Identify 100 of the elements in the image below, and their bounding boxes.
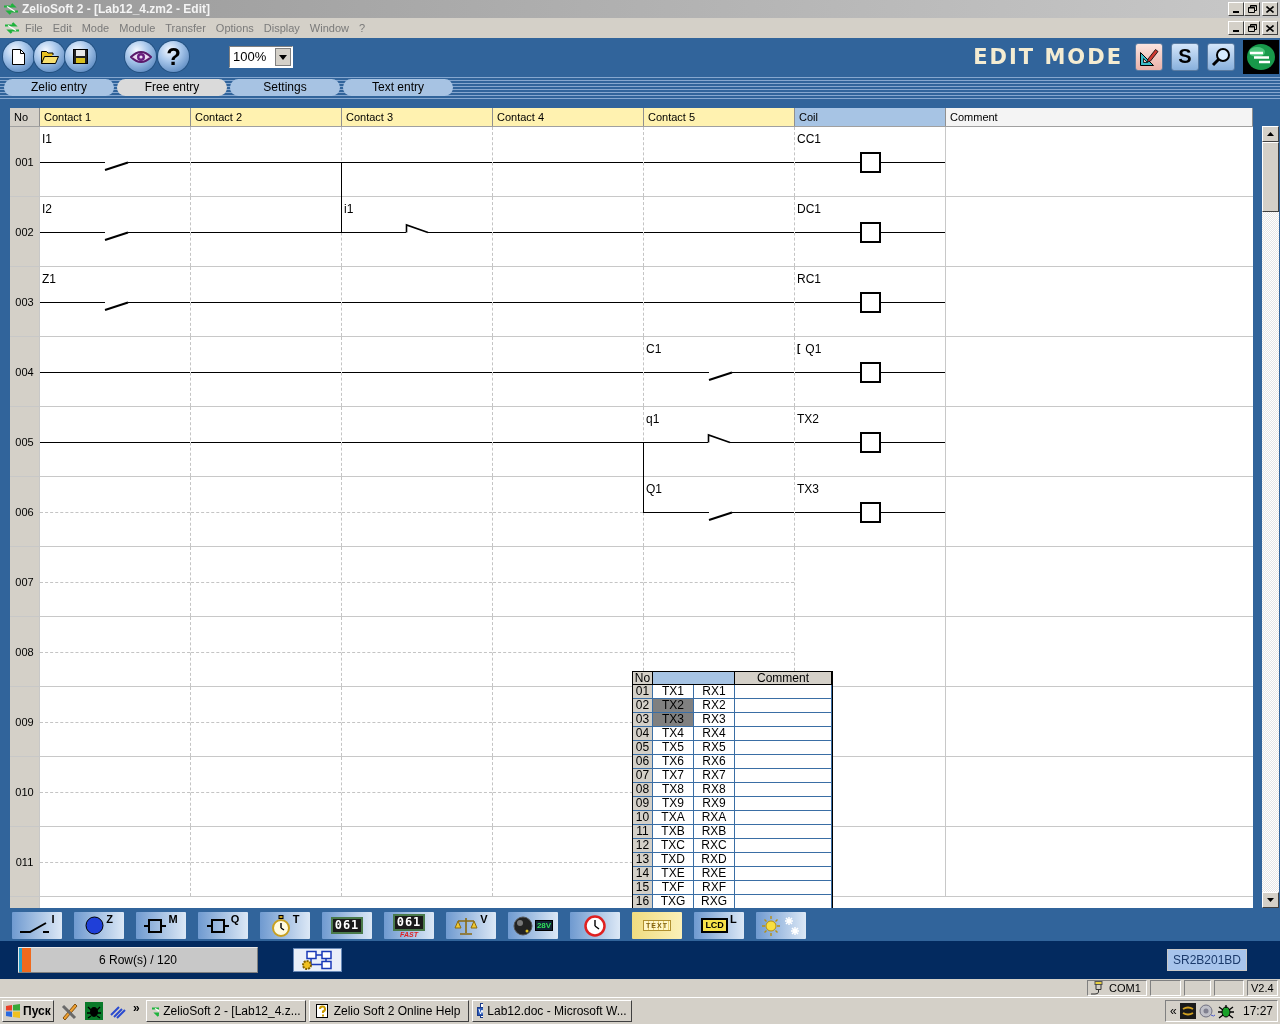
edit-mode-button[interactable] bbox=[1135, 42, 1163, 71]
ladder-cell[interactable] bbox=[191, 687, 342, 756]
comment-cell[interactable] bbox=[735, 881, 832, 895]
table-cell[interactable]: TXF bbox=[653, 881, 694, 895]
ladder-cell[interactable]: TX3 bbox=[795, 477, 946, 546]
ladder-cell[interactable] bbox=[342, 687, 493, 756]
ladder-cell[interactable] bbox=[191, 617, 342, 686]
simulate-mode-button[interactable]: S bbox=[1171, 42, 1199, 71]
ladder-cell[interactable] bbox=[493, 267, 644, 336]
restore-button[interactable] bbox=[1244, 21, 1260, 35]
dark-screen-icon[interactable] bbox=[1179, 1003, 1196, 1019]
ladder-cell[interactable] bbox=[191, 757, 342, 826]
tab[interactable]: Text entry bbox=[343, 78, 453, 96]
start-button[interactable]: Пуск bbox=[2, 1000, 54, 1022]
ladder-cell[interactable] bbox=[493, 547, 644, 616]
ladder-cell[interactable] bbox=[342, 407, 493, 476]
table-cell[interactable]: TX8 bbox=[653, 783, 694, 797]
table-cell[interactable]: TX3 bbox=[653, 713, 694, 727]
ladder-cell[interactable] bbox=[493, 197, 644, 266]
compare-tool-button[interactable]: V bbox=[446, 912, 496, 939]
analog-tool-button[interactable]: 28V bbox=[508, 912, 558, 939]
lcd-tool-button[interactable]: LCD L bbox=[694, 912, 744, 939]
restore-button[interactable] bbox=[1244, 2, 1260, 16]
comment-cell[interactable] bbox=[735, 713, 832, 727]
table-cell[interactable]: RXA bbox=[694, 811, 735, 825]
vertical-scrollbar[interactable] bbox=[1262, 126, 1279, 908]
table-cell[interactable]: TXB bbox=[653, 825, 694, 839]
zoom-dropdown[interactable]: 100% bbox=[229, 45, 293, 68]
table-cell[interactable]: RXB bbox=[694, 825, 735, 839]
taskbar-button[interactable]: ZelioSoft 2 - [Lab12_4.z... bbox=[145, 1000, 306, 1022]
ladder-cell[interactable]: C1 bbox=[644, 337, 795, 406]
table-cell[interactable]: TX2 bbox=[653, 699, 694, 713]
ladder-cell[interactable] bbox=[40, 477, 191, 546]
table-cell[interactable]: RX3 bbox=[694, 713, 735, 727]
help-button[interactable]: ? bbox=[158, 41, 189, 72]
ladder-cell[interactable]: TX2 bbox=[795, 407, 946, 476]
table-cell[interactable]: TX6 bbox=[653, 755, 694, 769]
comment-cell[interactable] bbox=[735, 685, 832, 699]
pencil-ruler-icon[interactable] bbox=[61, 1002, 79, 1020]
scroll-up-button[interactable] bbox=[1262, 126, 1279, 142]
table-cell[interactable]: RX8 bbox=[694, 783, 735, 797]
ladder-cell[interactable]: CC1 bbox=[795, 127, 946, 196]
table-cell[interactable]: TXD bbox=[653, 853, 694, 867]
table-cell[interactable]: TX7 bbox=[653, 769, 694, 783]
more-button[interactable]: » bbox=[133, 1001, 140, 1015]
comment-cell[interactable] bbox=[735, 839, 832, 853]
table-cell[interactable]: RXD bbox=[694, 853, 735, 867]
bug-icon[interactable] bbox=[1217, 1003, 1234, 1019]
ladder-cell[interactable] bbox=[191, 407, 342, 476]
taskbar-button[interactable]: Lab12.doc - Microsoft W... bbox=[471, 1000, 632, 1022]
table-cell[interactable]: RX2 bbox=[694, 699, 735, 713]
ladder-cell[interactable] bbox=[342, 267, 493, 336]
ladder-cell[interactable] bbox=[493, 337, 644, 406]
ladder-cell[interactable] bbox=[191, 477, 342, 546]
table-cell[interactable]: RX6 bbox=[694, 755, 735, 769]
ladder-cell[interactable] bbox=[644, 267, 795, 336]
ladder-cell[interactable] bbox=[40, 687, 191, 756]
comment-cell[interactable] bbox=[735, 755, 832, 769]
table-cell[interactable]: TXE bbox=[653, 867, 694, 881]
aux-tool-button[interactable]: Z bbox=[74, 912, 124, 939]
table-cell[interactable]: RX5 bbox=[694, 741, 735, 755]
table-cell[interactable]: TX1 bbox=[653, 685, 694, 699]
ladder-cell[interactable] bbox=[40, 407, 191, 476]
ladder-cell[interactable] bbox=[342, 617, 493, 686]
comment-cell[interactable] bbox=[735, 741, 832, 755]
tray-toggle[interactable]: « bbox=[1170, 1004, 1177, 1018]
table-cell[interactable]: TX9 bbox=[653, 797, 694, 811]
contact-tool-button[interactable]: I bbox=[12, 912, 62, 939]
table-cell[interactable]: TX5 bbox=[653, 741, 694, 755]
season-tool-button[interactable] bbox=[756, 912, 806, 939]
tab[interactable]: Zelio entry bbox=[4, 78, 114, 96]
table-cell[interactable]: TXA bbox=[653, 811, 694, 825]
scroll-down-button[interactable] bbox=[1262, 892, 1279, 908]
table-cell[interactable]: RX9 bbox=[694, 797, 735, 811]
ladder-cell[interactable] bbox=[191, 547, 342, 616]
table-cell[interactable]: RXF bbox=[694, 881, 735, 895]
view-button[interactable] bbox=[125, 41, 156, 72]
ladder-cell[interactable]: I2 bbox=[40, 197, 191, 266]
ladder-cell[interactable]: DC1 bbox=[795, 197, 946, 266]
comment-cell[interactable] bbox=[735, 797, 832, 811]
close-button[interactable] bbox=[1262, 2, 1278, 16]
block-view-button[interactable] bbox=[293, 948, 342, 972]
table-cell[interactable]: TX4 bbox=[653, 727, 694, 741]
ladder-cell[interactable] bbox=[40, 827, 191, 896]
ladder-cell[interactable] bbox=[644, 197, 795, 266]
ladder-cell[interactable] bbox=[191, 337, 342, 406]
ladder-cell[interactable]: [ Q1 bbox=[795, 337, 946, 406]
counter-tool-button[interactable]: 061 bbox=[322, 912, 372, 939]
table-cell[interactable]: RXE bbox=[694, 867, 735, 881]
monitor-mode-button[interactable] bbox=[1207, 42, 1235, 71]
ladder-cell[interactable] bbox=[493, 127, 644, 196]
comment-cell[interactable] bbox=[735, 867, 832, 881]
ladder-cell[interactable] bbox=[40, 617, 191, 686]
comment-cell[interactable] bbox=[735, 769, 832, 783]
scroll-thumb[interactable] bbox=[1262, 142, 1279, 212]
table-cell[interactable]: RX4 bbox=[694, 727, 735, 741]
tab[interactable]: Free entry bbox=[117, 78, 227, 96]
comment-cell[interactable] bbox=[735, 853, 832, 867]
table-cell[interactable]: TXC bbox=[653, 839, 694, 853]
minimize-button[interactable] bbox=[1228, 21, 1244, 35]
